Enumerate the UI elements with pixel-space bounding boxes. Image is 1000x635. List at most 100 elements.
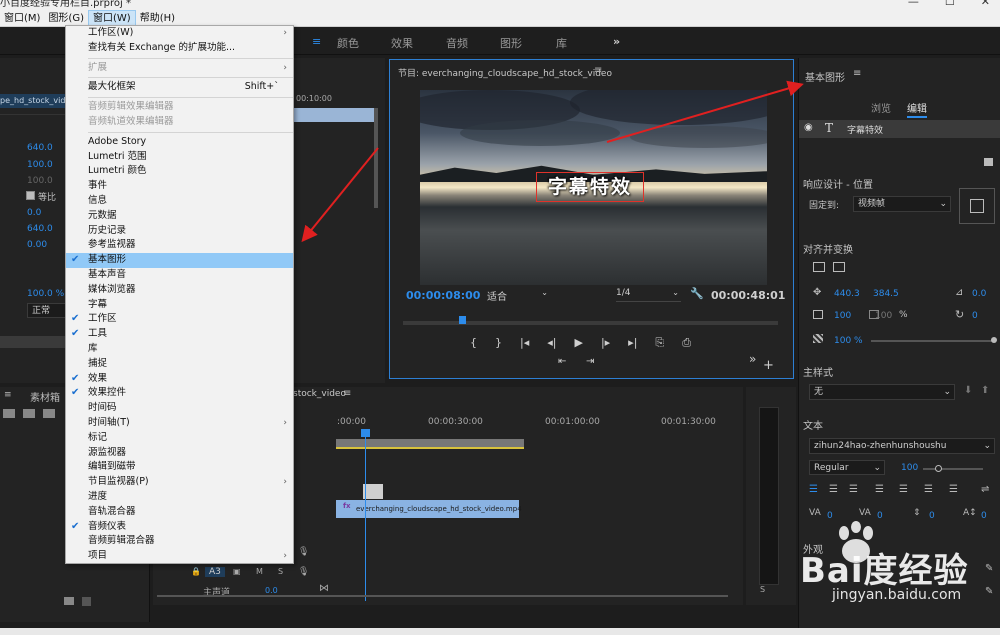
font-style-select[interactable]: Regular ⌄ — [809, 460, 885, 475]
window-menu-item[interactable]: ✔ 基本图形 — [66, 253, 293, 268]
trash-icon[interactable] — [82, 597, 91, 606]
window-menu-item[interactable]: Lumetri 颜色 — [66, 164, 293, 179]
graphic-clip[interactable] — [363, 484, 383, 499]
microphone-icon[interactable]: 🎙 — [298, 547, 309, 557]
lock-icon[interactable]: 🔒 — [191, 567, 201, 576]
workspace-tab-effects[interactable]: 效果 — [391, 35, 413, 51]
window-menu-item[interactable]: ✔ 音频仪表 — [66, 520, 293, 535]
timeline-playhead[interactable] — [361, 429, 370, 601]
camera-icon[interactable]: ▣ — [233, 567, 241, 576]
panel-menu-icon[interactable]: ≡ — [343, 388, 351, 399]
close-icon[interactable]: ✕ — [981, 0, 990, 7]
bin-icon[interactable] — [3, 409, 15, 418]
bin-icon[interactable] — [23, 409, 35, 418]
align-center-icon[interactable]: ☰ — [829, 484, 838, 495]
go-to-out-icon[interactable]: ▸| — [628, 336, 637, 350]
new-layer-icon[interactable] — [984, 158, 993, 166]
scale-value[interactable]: 100 — [834, 311, 851, 321]
lift-icon[interactable]: ⎘ — [655, 336, 664, 350]
folder-icon[interactable] — [64, 597, 74, 605]
bin-icon[interactable] — [43, 409, 55, 418]
window-menu-item[interactable]: 音频剪辑混合器 — [66, 534, 293, 549]
opacity-value[interactable]: 100.0 % — [27, 289, 64, 299]
pin-widget[interactable] — [959, 188, 995, 224]
master-volume-value[interactable]: 0.0 — [265, 586, 278, 595]
font-size-slider-thumb[interactable] — [935, 465, 942, 472]
window-menu-item[interactable]: 最大化框架 Shift+` — [66, 80, 293, 95]
font-size-slider[interactable] — [923, 465, 983, 472]
window-menu-item[interactable]: 标记 — [66, 431, 293, 446]
scale-value[interactable]: 100.0 — [27, 160, 53, 170]
window-menu-item[interactable]: 时间轴(T) › — [66, 416, 293, 431]
opacity-slider-thumb[interactable] — [991, 337, 997, 343]
font-size-value[interactable]: 100 — [901, 463, 918, 473]
more-text-options-icon[interactable]: ⇌ — [981, 484, 989, 495]
program-scrubber[interactable] — [403, 316, 778, 325]
track-a3-label[interactable]: A3 — [205, 567, 225, 577]
window-menu-item[interactable]: 媒体浏览器 — [66, 283, 293, 298]
align-left-icon[interactable]: ☰ — [809, 484, 818, 495]
insert-icon[interactable]: ⇤ — [558, 356, 566, 367]
rotation-value[interactable]: 0 — [972, 311, 978, 321]
current-timecode[interactable]: 00:00:08:00 — [406, 289, 480, 302]
sequence-tab[interactable]: stock_video — [293, 389, 346, 399]
justify-last-center-icon[interactable]: ☰ — [924, 484, 933, 495]
timeline-scrollbar[interactable] — [336, 595, 728, 597]
window-menu-item[interactable]: 捕捉 — [66, 357, 293, 372]
maximize-icon[interactable]: ☐ — [945, 0, 955, 7]
zoom-fit-select[interactable]: 适合 ⌄ — [487, 288, 550, 303]
go-to-in-icon[interactable]: |◂ — [520, 336, 529, 350]
eye-icon[interactable]: ◉ — [804, 122, 813, 133]
window-menu-item[interactable]: ✔ 效果控件 — [66, 386, 293, 401]
more-controls-icon[interactable]: » — [749, 352, 756, 366]
opacity-slider[interactable] — [871, 337, 997, 343]
anchor-value[interactable]: 0.0 — [972, 289, 986, 299]
window-menu-item[interactable]: Adobe Story — [66, 135, 293, 150]
window-menu-item[interactable]: 进度 — [66, 490, 293, 505]
overwrite-icon[interactable]: ⇥ — [586, 356, 594, 367]
resolution-select[interactable]: 1/4 ⌄ — [616, 288, 681, 302]
panel-menu-icon[interactable]: ≡ — [594, 65, 602, 76]
font-select[interactable]: zihun24hao-zhenhunshoushu ⌄ — [809, 438, 995, 454]
position-x-value[interactable]: 640.0 — [27, 143, 53, 153]
position-x-value[interactable]: 440.3 — [834, 289, 860, 299]
extract-icon[interactable]: ⎙ — [682, 336, 691, 350]
window-menu-item[interactable]: 音轨混合器 — [66, 505, 293, 520]
menu-window[interactable]: 窗口(W) — [88, 9, 136, 27]
pin-to-select[interactable]: 视频帧 ⌄ — [853, 196, 951, 212]
window-menu-item[interactable]: ✔ 效果 — [66, 372, 293, 387]
minimize-icon[interactable]: — — [908, 0, 919, 7]
window-menu-item[interactable]: ✔ 工具 — [66, 327, 293, 342]
window-menu-item[interactable]: ✔ 工作区 — [66, 312, 293, 327]
justify-last-right-icon[interactable]: ☰ — [949, 484, 958, 495]
push-down-icon[interactable]: ⬇ — [964, 385, 972, 396]
tab-edit[interactable]: 编辑 — [907, 100, 927, 118]
window-menu-item[interactable]: 信息 — [66, 194, 293, 209]
workspace-tab-color[interactable]: 颜色 — [337, 35, 359, 51]
uniform-scale-checkbox[interactable] — [26, 191, 35, 200]
bin-tab-label[interactable]: 素材箱 — [30, 389, 60, 404]
playhead-marker[interactable] — [459, 316, 466, 324]
window-menu-item[interactable]: 时间码 — [66, 401, 293, 416]
window-menu-item[interactable]: 项目 › — [66, 549, 293, 564]
microphone-icon[interactable]: 🎙 — [298, 567, 309, 577]
rotation-value[interactable]: 0.0 — [27, 208, 41, 218]
subtitle-text-box[interactable]: 字幕特效 — [536, 172, 644, 202]
playhead-handle[interactable] — [361, 429, 370, 437]
align-right-icon[interactable]: ☰ — [849, 484, 858, 495]
wrench-icon[interactable]: 🔧 — [690, 287, 704, 300]
step-forward-icon[interactable]: |▸ — [601, 336, 610, 350]
window-menu-item[interactable]: 查找有关 Exchange 的扩展功能... — [66, 41, 293, 56]
window-menu-item[interactable]: 基本声音 — [66, 268, 293, 283]
window-menu-item[interactable]: 库 — [66, 342, 293, 357]
window-menu-item[interactable]: 编辑到磁带 — [66, 460, 293, 475]
align-horizontal-icon[interactable] — [833, 262, 845, 272]
tab-browse[interactable]: 浏览 — [871, 100, 891, 115]
more-workspaces-icon[interactable]: » — [613, 35, 620, 48]
window-menu-item[interactable]: 历史记录 — [66, 224, 293, 239]
window-menu-item[interactable]: 参考监视器 — [66, 238, 293, 253]
justify-last-left-icon[interactable]: ☰ — [899, 484, 908, 495]
window-menu-item[interactable]: 元数据 — [66, 209, 293, 224]
layer-row[interactable]: ◉ T 字幕特效 — [799, 120, 1000, 138]
mark-in-icon[interactable]: { — [470, 336, 477, 350]
